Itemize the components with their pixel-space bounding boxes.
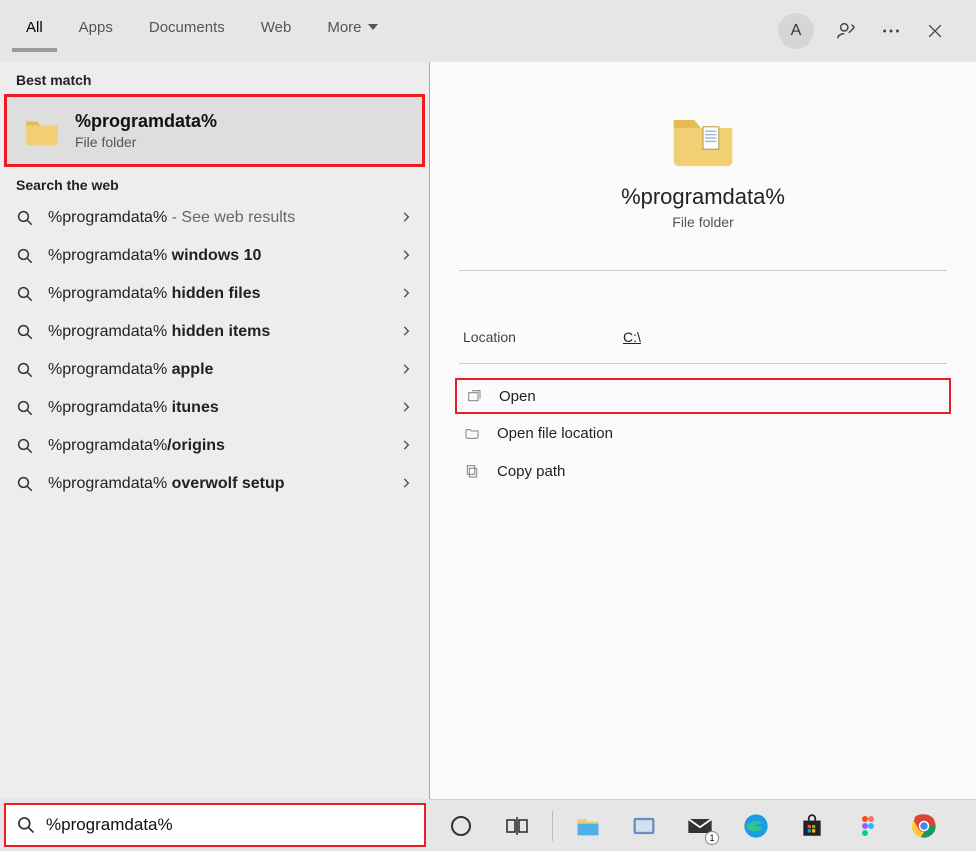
web-result-6[interactable]: %programdata%/origins bbox=[0, 427, 429, 465]
web-results: %programdata% - See web results %programd… bbox=[0, 199, 429, 503]
web-result-1[interactable]: %programdata% windows 10 bbox=[0, 237, 429, 275]
edge-icon[interactable] bbox=[735, 805, 777, 847]
copy-path-label: Copy path bbox=[497, 463, 565, 480]
location-label: Location bbox=[463, 329, 623, 345]
best-match-label: Best match bbox=[0, 62, 429, 94]
cortana-icon[interactable] bbox=[440, 805, 482, 847]
chevron-right-icon bbox=[399, 210, 413, 227]
web-result-7[interactable]: %programdata% overwolf setup bbox=[0, 465, 429, 503]
search-icon bbox=[16, 437, 34, 455]
header-tabs: All Apps Documents Web More bbox=[12, 0, 392, 62]
web-result-text: %programdata% itunes bbox=[48, 399, 385, 417]
web-result-text: %programdata% - See web results bbox=[48, 209, 385, 227]
web-result-3[interactable]: %programdata% hidden items bbox=[0, 313, 429, 351]
preview-pane: %programdata% File folder Location C:\ O… bbox=[430, 62, 976, 799]
web-result-2[interactable]: %programdata% hidden files bbox=[0, 275, 429, 313]
task-view-icon[interactable] bbox=[496, 805, 538, 847]
results-pane: Best match %programdata% File folder Sea… bbox=[0, 62, 430, 799]
location-row: Location C:\ bbox=[455, 329, 951, 363]
search-header: All Apps Documents Web More A bbox=[0, 0, 976, 62]
copy-path-action[interactable]: Copy path bbox=[455, 452, 951, 490]
search-icon bbox=[16, 323, 34, 341]
tab-web[interactable]: Web bbox=[247, 11, 306, 52]
open-location-action[interactable]: Open file location bbox=[455, 414, 951, 452]
folder-open-icon bbox=[463, 424, 481, 442]
chevron-right-icon bbox=[399, 400, 413, 417]
web-result-text: %programdata% apple bbox=[48, 361, 385, 379]
search-web-label: Search the web bbox=[0, 167, 429, 199]
search-icon bbox=[16, 399, 34, 417]
more-icon[interactable] bbox=[880, 20, 902, 42]
tab-more-label: More bbox=[327, 19, 361, 36]
tab-all[interactable]: All bbox=[12, 11, 57, 52]
best-match-text: %programdata% File folder bbox=[75, 111, 217, 150]
chrome-icon[interactable] bbox=[903, 805, 945, 847]
taskbar: 1 bbox=[430, 799, 976, 851]
figma-icon[interactable] bbox=[847, 805, 889, 847]
search-box[interactable] bbox=[4, 803, 426, 847]
mail-icon[interactable]: 1 bbox=[679, 805, 721, 847]
tab-apps[interactable]: Apps bbox=[65, 11, 127, 52]
mail-badge: 1 bbox=[705, 831, 719, 845]
tab-documents[interactable]: Documents bbox=[135, 11, 239, 52]
chevron-down-icon bbox=[368, 24, 378, 30]
chevron-right-icon bbox=[399, 438, 413, 455]
web-result-0[interactable]: %programdata% - See web results bbox=[0, 199, 429, 237]
best-match-title: %programdata% bbox=[75, 111, 217, 132]
file-explorer-icon[interactable] bbox=[567, 805, 609, 847]
location-value[interactable]: C:\ bbox=[623, 329, 641, 345]
chevron-right-icon bbox=[399, 286, 413, 303]
web-result-text: %programdata% overwolf setup bbox=[48, 475, 385, 493]
chevron-right-icon bbox=[399, 362, 413, 379]
taskbar-separator bbox=[552, 811, 553, 841]
preview-folder-icon bbox=[455, 102, 951, 174]
best-match-item[interactable]: %programdata% File folder bbox=[4, 94, 425, 167]
web-result-text: %programdata% hidden items bbox=[48, 323, 385, 341]
open-label: Open bbox=[499, 388, 536, 405]
search-input[interactable] bbox=[46, 815, 414, 835]
tab-more[interactable]: More bbox=[313, 11, 391, 52]
search-icon bbox=[16, 475, 34, 493]
search-icon bbox=[16, 815, 36, 835]
app-icon-1[interactable] bbox=[623, 805, 665, 847]
search-icon bbox=[16, 209, 34, 227]
search-icon bbox=[16, 247, 34, 265]
search-icon bbox=[16, 361, 34, 379]
open-icon bbox=[465, 387, 483, 405]
open-action[interactable]: Open bbox=[455, 378, 951, 414]
avatar[interactable]: A bbox=[778, 13, 814, 49]
header-actions: A bbox=[778, 13, 964, 49]
web-result-text: %programdata% hidden files bbox=[48, 285, 385, 303]
store-icon[interactable] bbox=[791, 805, 833, 847]
feedback-icon[interactable] bbox=[836, 20, 858, 42]
preview-actions: Open Open file location Copy path bbox=[455, 378, 951, 490]
open-location-label: Open file location bbox=[497, 425, 613, 442]
copy-icon bbox=[463, 462, 481, 480]
chevron-right-icon bbox=[399, 476, 413, 493]
folder-icon bbox=[23, 112, 61, 150]
best-match-subtitle: File folder bbox=[75, 134, 217, 150]
preview-subtitle: File folder bbox=[455, 214, 951, 230]
chevron-right-icon bbox=[399, 324, 413, 341]
search-icon bbox=[16, 285, 34, 303]
web-result-text: %programdata%/origins bbox=[48, 437, 385, 455]
web-result-5[interactable]: %programdata% itunes bbox=[0, 389, 429, 427]
chevron-right-icon bbox=[399, 248, 413, 265]
close-icon[interactable] bbox=[924, 20, 946, 42]
preview-title: %programdata% bbox=[455, 184, 951, 210]
web-result-4[interactable]: %programdata% apple bbox=[0, 351, 429, 389]
web-result-text: %programdata% windows 10 bbox=[48, 247, 385, 265]
